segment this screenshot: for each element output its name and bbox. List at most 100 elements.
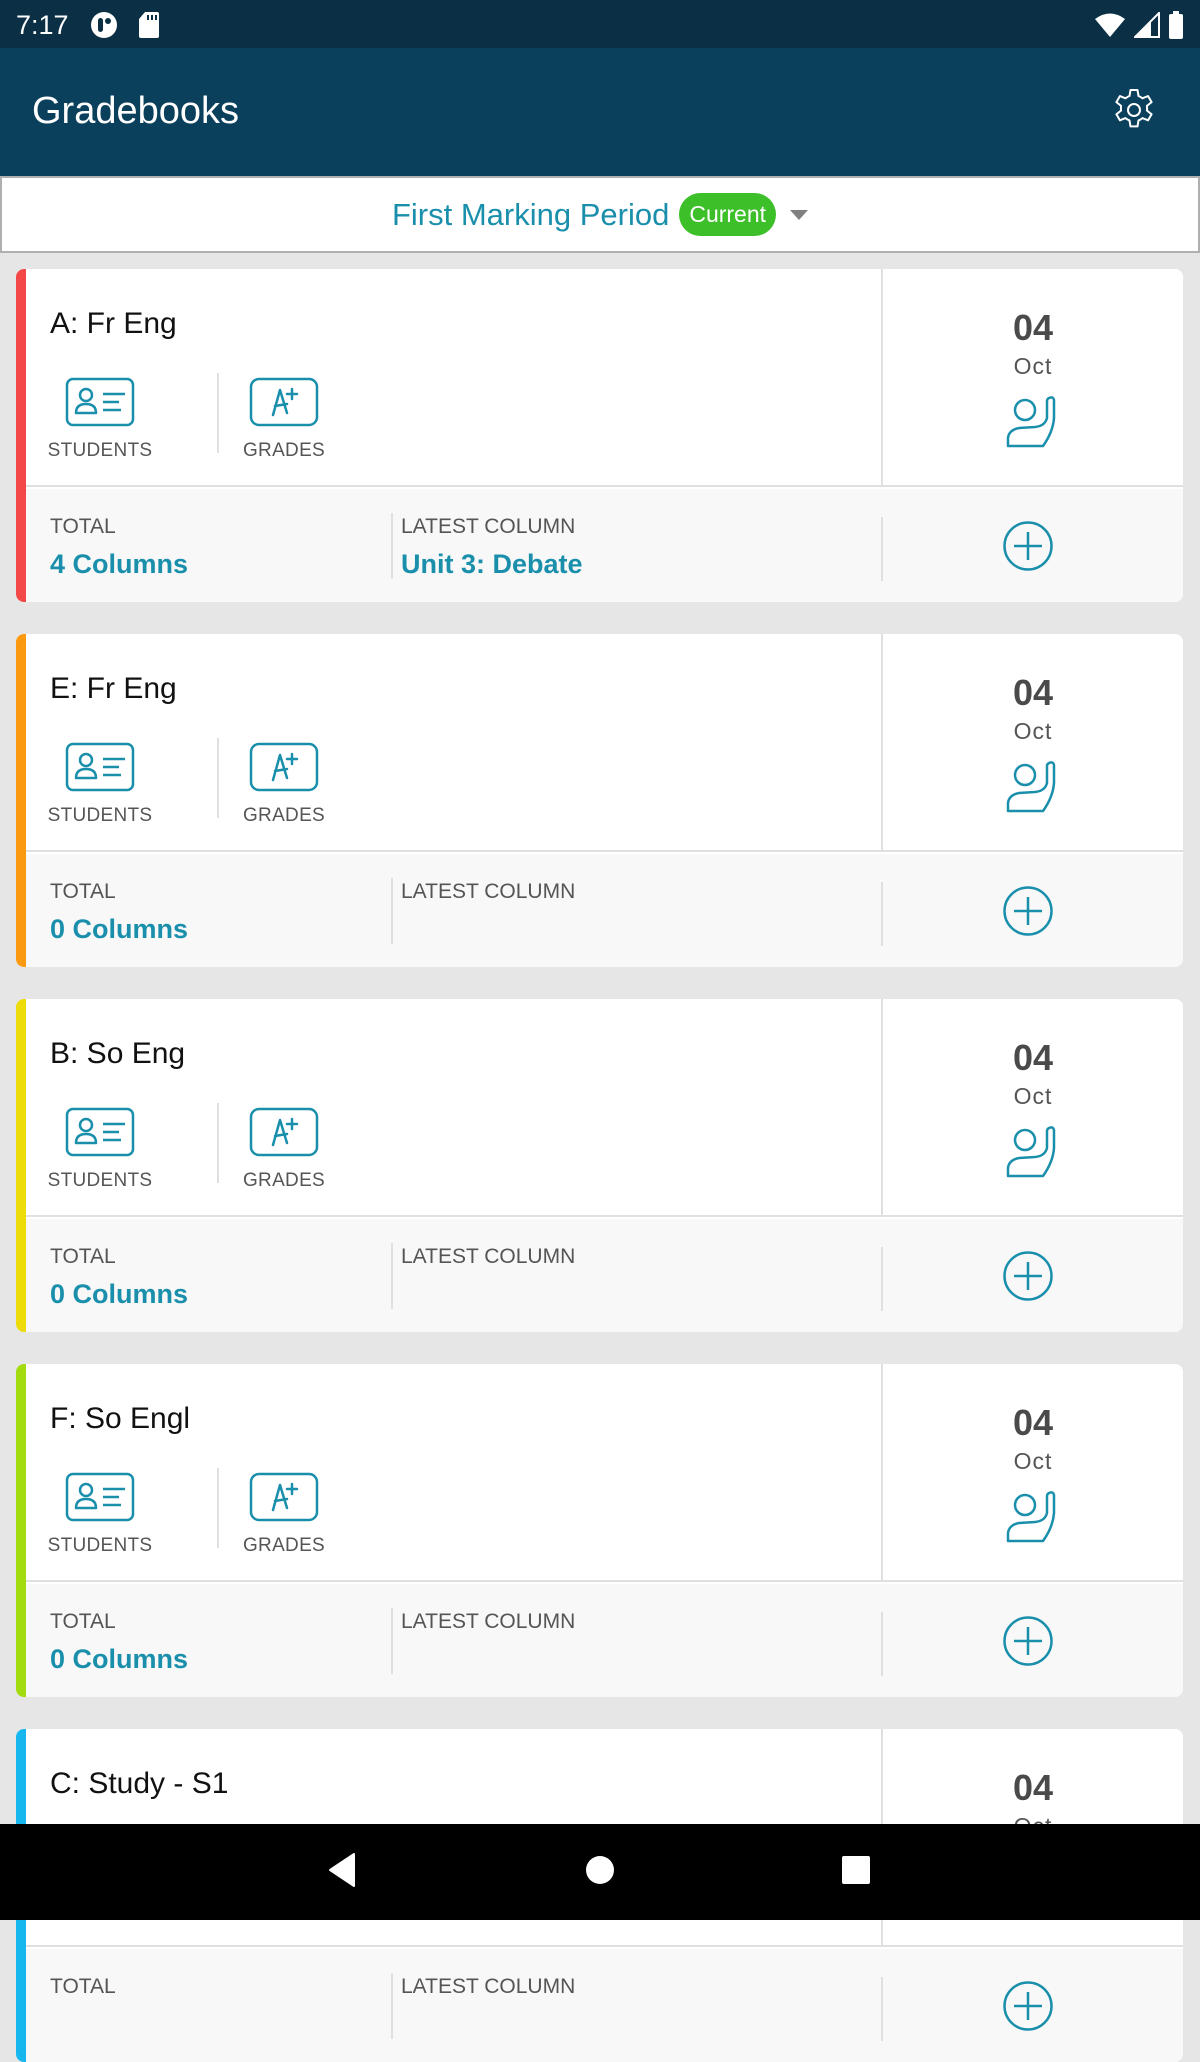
back-button[interactable] (318, 1848, 366, 1896)
date-day: 04 (1012, 307, 1054, 348)
latest-column-value[interactable]: Unit 3: Debate (401, 549, 583, 580)
gradebook-card[interactable]: F: So Engl STUDENTS GRADES 04 Oct TOTAL … (16, 1364, 1183, 1697)
latest-column-stat: LATEST COLUMN (401, 1610, 575, 1644)
total-label: TOTAL (50, 1245, 116, 1268)
date-month: Oct (1013, 353, 1053, 379)
date-block: 04 Oct (883, 999, 1183, 1217)
date-day: 04 (1012, 1767, 1054, 1808)
class-title: A: Fr Eng (50, 307, 177, 340)
grades-button[interactable]: GRADES (239, 377, 329, 462)
back-icon (325, 1852, 359, 1893)
attendance-button[interactable] (1005, 392, 1061, 453)
students-button[interactable]: STUDENTS (47, 742, 153, 827)
class-color-bar (16, 269, 26, 602)
attendance-button[interactable] (1005, 757, 1061, 818)
divider (391, 878, 393, 944)
current-badge: Current (679, 193, 777, 236)
recents-button[interactable] (832, 1848, 880, 1896)
total-columns-stat: TOTAL (50, 1975, 116, 2009)
date-day: 04 (1012, 1402, 1054, 1443)
add-column-button[interactable] (1002, 1980, 1054, 2037)
raised-hand-icon (1006, 1126, 1056, 1178)
latest-column-label: LATEST COLUMN (401, 1610, 576, 1633)
raised-hand-icon (1006, 396, 1056, 448)
plus-circle-icon (1003, 1251, 1053, 1301)
system-nav-bar (0, 1824, 1200, 1920)
grades-button[interactable]: GRADES (239, 742, 329, 827)
chevron-down-icon (790, 209, 809, 220)
total-value: 4 Columns (50, 549, 189, 579)
divider (881, 1977, 883, 2041)
date-day: 04 (1012, 672, 1054, 713)
total-columns-stat: TOTAL 0 Columns (50, 1245, 188, 1310)
plus-circle-icon (1003, 521, 1053, 571)
raised-hand-icon (1006, 761, 1056, 813)
add-column-button[interactable] (1002, 520, 1054, 577)
class-title: B: So Eng (50, 1037, 186, 1070)
plus-circle-icon (1003, 886, 1053, 936)
sd-card-icon (138, 11, 160, 44)
date-block: 04 Oct (883, 1364, 1183, 1582)
student-id-card-icon (65, 1472, 135, 1527)
attendance-button[interactable] (1005, 1487, 1061, 1548)
attendance-button[interactable] (1005, 1122, 1061, 1183)
divider (217, 738, 219, 818)
class-color-bar (16, 634, 26, 967)
a-plus-grade-icon (249, 377, 319, 432)
date-block: 04 Oct (883, 634, 1183, 852)
wifi-icon (1094, 12, 1126, 43)
home-button[interactable] (576, 1848, 624, 1896)
add-column-button[interactable] (1002, 1250, 1054, 1307)
class-title: E: Fr Eng (50, 672, 177, 705)
total-value: 0 Columns (50, 1279, 189, 1309)
total-columns-stat: TOTAL 0 Columns (50, 880, 188, 945)
divider (391, 513, 393, 579)
students-button[interactable]: STUDENTS (48, 377, 152, 462)
divider (391, 1608, 393, 1674)
students-label: STUDENTS (47, 1170, 153, 1191)
divider (217, 1468, 219, 1548)
latest-column-stat: LATEST COLUMN (401, 880, 575, 914)
divider (881, 882, 883, 946)
gradebook-card[interactable]: E: Fr Eng STUDENTS GRADES 04 Oct TOTAL 0… (16, 634, 1183, 967)
grades-button[interactable]: GRADES (239, 1107, 329, 1192)
settings-button[interactable] (1108, 86, 1160, 138)
date-month: Oct (1013, 1448, 1053, 1474)
latest-column-stat: LATEST COLUMN (401, 1245, 575, 1279)
marking-period-selector[interactable]: First Marking Period Current (0, 176, 1200, 253)
total-label: TOTAL (50, 515, 116, 538)
gradebook-card[interactable]: A: Fr Eng STUDENTS GRADES 04 Oct TOTAL 4… (16, 269, 1183, 602)
divider (391, 1243, 393, 1309)
app-notification-icon (90, 11, 118, 44)
latest-column-stat: LATEST COLUMN (401, 1975, 575, 2009)
marking-period-label: First Marking Period (391, 196, 670, 232)
grades-label: GRADES (242, 805, 326, 826)
divider (881, 1612, 883, 1676)
add-column-button[interactable] (1002, 1615, 1054, 1672)
class-color-bar (16, 999, 26, 1332)
latest-column-label: LATEST COLUMN (401, 880, 576, 903)
class-color-bar (16, 1364, 26, 1697)
students-button[interactable]: STUDENTS (47, 1472, 153, 1557)
add-column-button[interactable] (1002, 885, 1054, 942)
date-day: 04 (1012, 1037, 1054, 1078)
home-icon (585, 1855, 615, 1890)
a-plus-grade-icon (249, 1472, 319, 1527)
gradebook-card[interactable]: B: So Eng STUDENTS GRADES 04 Oct TOTAL 0… (16, 999, 1183, 1332)
status-time: 7:17 (16, 10, 69, 40)
students-label: STUDENTS (47, 1535, 153, 1556)
class-title: C: Study - S1 (50, 1767, 229, 1800)
cell-signal-icon (1132, 10, 1160, 43)
total-label: TOTAL (50, 1975, 116, 1998)
latest-column-label: LATEST COLUMN (401, 515, 576, 538)
students-label: STUDENTS (47, 805, 153, 826)
gear-icon (1110, 86, 1158, 139)
students-button[interactable]: STUDENTS (47, 1107, 153, 1192)
date-block: 04 Oct (883, 269, 1183, 487)
date-month: Oct (1013, 718, 1053, 744)
grades-label: GRADES (242, 1170, 326, 1191)
latest-column-label: LATEST COLUMN (401, 1975, 576, 1998)
grades-button[interactable]: GRADES (239, 1472, 329, 1557)
page-title: Gradebooks (32, 90, 240, 132)
divider (881, 517, 883, 581)
